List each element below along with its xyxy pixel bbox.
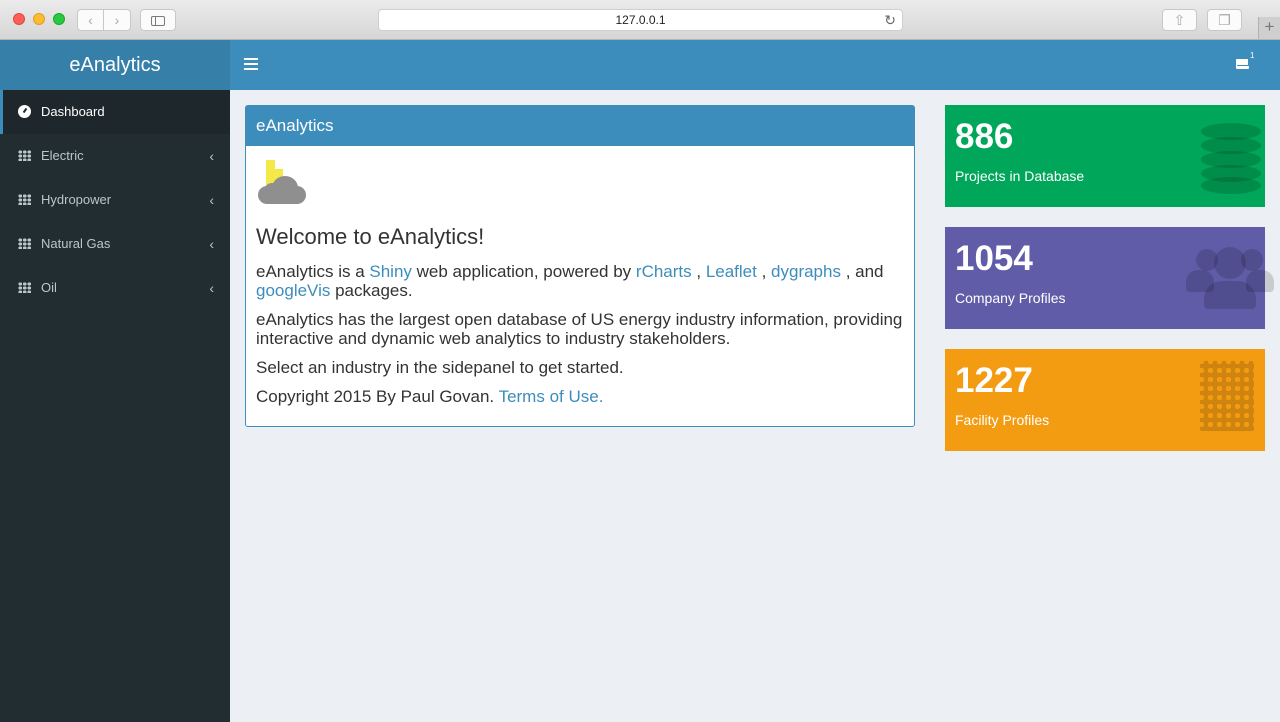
intro-text: packages.: [330, 281, 413, 300]
dygraphs-link[interactable]: dygraphs: [771, 262, 841, 281]
intro-text: web application, powered by: [411, 262, 636, 281]
sidebar-item-label: Hydropower: [41, 192, 112, 207]
grid-icon: [18, 194, 31, 205]
brand-logo[interactable]: eAnalytics: [0, 40, 230, 90]
tabs-overview-button[interactable]: ❐: [1207, 9, 1242, 31]
minimize-window-button[interactable]: [33, 13, 45, 25]
welcome-heading: Welcome to eAnalytics!: [256, 224, 485, 249]
shiny-link[interactable]: Shiny: [369, 262, 412, 281]
address-bar[interactable]: 127.0.0.1 ↻: [378, 9, 903, 31]
zoom-window-button[interactable]: [53, 13, 65, 25]
grid-icon: [18, 150, 31, 161]
projects-value-box: 886 Projects in Database: [945, 105, 1265, 207]
intro-text: ,: [691, 262, 706, 281]
sidebar-item-dashboard[interactable]: Dashboard: [0, 90, 230, 134]
projects-count: 886: [955, 117, 1014, 156]
top-navbar: 1: [230, 40, 1280, 90]
eanalytics-logo-icon: [256, 156, 308, 206]
url-text: 127.0.0.1: [615, 13, 666, 27]
sidebar-icon: [151, 16, 165, 26]
sidebar-item-oil[interactable]: Oil ‹: [0, 266, 230, 310]
companies-value-box: 1054 Company Profiles: [945, 227, 1274, 329]
instruction-paragraph: Select an industry in the sidepanel to g…: [256, 358, 624, 377]
intro-text: ,: [756, 262, 772, 281]
companies-label: Company Profiles: [955, 290, 1066, 306]
box-title: eAnalytics: [246, 106, 914, 146]
chevron-left-icon: ‹: [209, 148, 214, 164]
welcome-box: eAnalytics Welcome to eAnalytics! eAnaly…: [245, 105, 915, 427]
intro-text: , and: [840, 262, 884, 281]
mail-icon[interactable]: [1236, 59, 1249, 69]
sidebar-toggle-button[interactable]: [140, 9, 176, 31]
copyright-text: Copyright 2015 By Paul Govan.: [256, 387, 499, 406]
forward-button[interactable]: ›: [104, 9, 131, 31]
companies-count: 1054: [955, 239, 1033, 278]
sidebar-item-natural-gas[interactable]: Natural Gas ‹: [0, 222, 230, 266]
projects-label: Projects in Database: [955, 168, 1085, 184]
mail-badge: 1: [1250, 51, 1255, 60]
sidebar-item-hydropower[interactable]: Hydropower ‹: [0, 178, 230, 222]
sidebar: Dashboard Electric ‹ Hydropower ‹ Natura…: [0, 90, 230, 722]
facilities-label: Facility Profiles: [955, 412, 1050, 428]
database-paragraph: eAnalytics has the largest open database…: [256, 310, 903, 348]
users-icon: [1185, 237, 1274, 319]
rcharts-link[interactable]: rCharts: [636, 262, 692, 281]
facilities-value-box: 1227 Facility Profiles: [945, 349, 1265, 451]
leaflet-link[interactable]: Leaflet: [706, 262, 757, 281]
intro-text: eAnalytics is a: [256, 262, 370, 281]
share-button[interactable]: ⇧: [1162, 9, 1197, 31]
chevron-left-icon: ‹: [209, 192, 214, 208]
copyright-paragraph: Copyright 2015 By Paul Govan. Terms of U…: [256, 387, 904, 406]
facilities-count: 1227: [955, 361, 1033, 400]
terms-link[interactable]: Terms of Use.: [499, 387, 604, 406]
sidebar-item-label: Electric: [41, 148, 84, 163]
close-window-button[interactable]: [13, 13, 25, 25]
menu-toggle-icon[interactable]: [244, 58, 258, 70]
sidebar-item-label: Dashboard: [41, 104, 105, 119]
intro-paragraph: eAnalytics is a Shiny web application, p…: [256, 262, 904, 300]
reload-icon[interactable]: ↻: [884, 10, 896, 30]
building-icon: [1185, 359, 1265, 441]
database-icon: [1185, 115, 1265, 197]
googlevis-link[interactable]: googleVis: [256, 281, 330, 300]
grid-icon: [18, 282, 31, 293]
chevron-left-icon: ‹: [209, 280, 214, 296]
chevron-left-icon: ‹: [209, 236, 214, 252]
new-tab-button[interactable]: +: [1258, 17, 1280, 39]
sidebar-item-electric[interactable]: Electric ‹: [0, 134, 230, 178]
browser-toolbar: ‹ › 127.0.0.1 ↻ ⇧ ❐ +: [0, 0, 1280, 40]
box-body: Welcome to eAnalytics! eAnalytics is a S…: [246, 146, 914, 426]
dashboard-icon: [18, 105, 31, 118]
back-button[interactable]: ‹: [77, 9, 104, 31]
sidebar-item-label: Oil: [41, 280, 57, 295]
sidebar-item-label: Natural Gas: [41, 236, 111, 251]
grid-icon: [18, 238, 31, 249]
